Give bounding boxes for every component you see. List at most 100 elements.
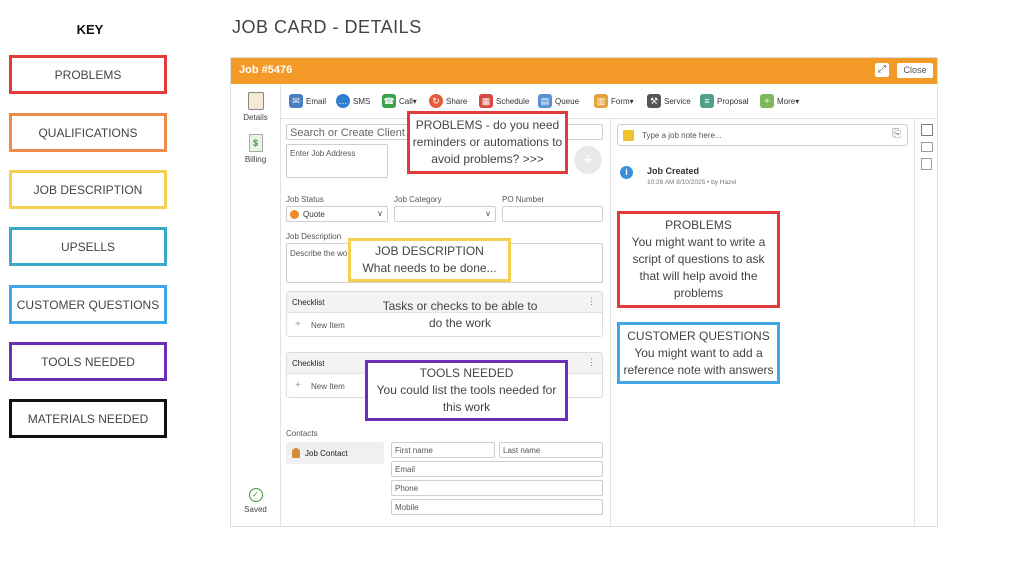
job-note-input[interactable]: Type a job note here... ⎘: [617, 124, 908, 146]
nav-billing-label: Billing: [244, 155, 267, 164]
share-label: Share: [446, 96, 468, 106]
key-qualifications: QUALIFICATIONS: [9, 113, 167, 152]
annotation-customer-questions-line1: CUSTOMER QUESTIONS: [627, 328, 770, 343]
schedule-button[interactable]: ▦ Schedule: [479, 94, 529, 108]
paperclip-icon[interactable]: ⎘: [892, 128, 901, 141]
po-number-input[interactable]: [502, 206, 603, 222]
checklist-title-2: Checklist: [292, 359, 325, 368]
share-button[interactable]: ↻ Share: [429, 94, 467, 108]
job-category-label: Job Category: [394, 195, 442, 204]
side-nav: Details $ Billing ✓ Saved: [231, 84, 281, 526]
key-customer-questions: CUSTOMER QUESTIONS: [9, 285, 167, 324]
queue-button[interactable]: ▤ Queue: [538, 94, 579, 108]
saved-status: ✓ Saved: [231, 488, 280, 514]
form-button[interactable]: ▥ Form▾: [594, 94, 634, 108]
notes-icon[interactable]: [921, 124, 933, 136]
key-materials-needed: MATERIALS NEEDED: [9, 399, 167, 438]
annotation-customer-questions-line2: You might want to add a: [634, 345, 763, 360]
job-status-label: Job Status: [286, 195, 324, 204]
proposal-label: Proposal: [717, 96, 749, 106]
sms-label: SMS: [353, 96, 371, 106]
details-icon: [247, 92, 264, 110]
call-button[interactable]: ☎ Call▾: [382, 94, 417, 108]
sticky-note-icon: [623, 130, 634, 141]
proposal-icon: ≡: [700, 94, 714, 108]
sms-button[interactable]: … SMS: [336, 94, 370, 108]
email-label: Email: [306, 96, 327, 106]
service-label: Service: [664, 96, 691, 106]
expand-icon[interactable]: ⤢: [875, 63, 889, 77]
last-name-placeholder: Last name: [503, 446, 541, 455]
last-name-input[interactable]: Last name: [499, 442, 603, 458]
activity-item: i Job Created 10:26 AM 8/10/2025 • by Ha…: [617, 158, 907, 192]
first-name-placeholder: First name: [395, 446, 433, 455]
annotation-problems-top-line2: reminders or automations to: [412, 135, 563, 149]
more-button[interactable]: + More▾: [760, 94, 799, 108]
annotation-problems-right-line5: problems: [673, 286, 724, 300]
close-button[interactable]: Close: [897, 63, 933, 78]
email-button[interactable]: ✉ Email: [289, 94, 326, 108]
job-address-placeholder: Enter Job Address: [290, 149, 356, 158]
annotation-tools-line2: You could list the tools needed for: [376, 383, 557, 397]
share-icon: ↻: [429, 94, 443, 108]
nav-billing[interactable]: $ Billing: [231, 134, 280, 164]
annotation-problems-right-line3: script of questions to ask: [632, 252, 765, 266]
annotation-problems-right-line4: that will help avoid the: [639, 269, 758, 283]
kebab-menu-icon[interactable]: ⋮: [587, 296, 596, 307]
checklist-title-1: Checklist: [292, 298, 325, 307]
job-contact-label: Job Contact: [305, 449, 348, 458]
nav-details[interactable]: Details: [231, 92, 280, 122]
email-placeholder: Email: [395, 465, 416, 474]
saved-label: Saved: [244, 505, 267, 514]
sms-icon: …: [336, 94, 350, 108]
job-address-input[interactable]: Enter Job Address: [286, 144, 388, 178]
call-label: Call▾: [399, 96, 417, 106]
tools-icon: ⚒: [647, 94, 661, 108]
job-description-placeholder: Describe the wo: [290, 249, 348, 258]
billing-icon: $: [248, 134, 263, 152]
plus-icon: +: [295, 380, 301, 391]
service-button[interactable]: ⚒ Service: [647, 94, 691, 108]
job-note-placeholder: Type a job note here...: [642, 131, 722, 140]
email-input[interactable]: Email: [391, 461, 603, 477]
annotation-tools-line1: TOOLS NEEDED: [419, 366, 514, 380]
email-icon: ✉: [289, 94, 303, 108]
quote-status-icon: [290, 210, 299, 219]
job-description-label: Job Description: [286, 232, 342, 241]
annotation-customer-questions-line3: reference note with answers: [623, 362, 774, 377]
chevron-down-icon: ∨: [485, 209, 491, 218]
annotation-problems-right-line2: You might want to write a: [631, 235, 766, 249]
annotation-customer-questions: CUSTOMER QUESTIONS You might want to add…: [617, 322, 780, 384]
calendar-icon: ▦: [479, 94, 493, 108]
form-icon: ▥: [594, 94, 608, 108]
contact-avatar-icon: [292, 448, 300, 458]
annotation-problems-top-line3: avoid problems? >>>: [431, 152, 544, 166]
chevron-down-icon: ∨: [377, 209, 383, 218]
activity-meta: 10:26 AM 8/10/2025 • by Hazel: [647, 179, 737, 186]
schedule-label: Schedule: [496, 96, 530, 106]
more-icon: +: [760, 94, 774, 108]
kebab-menu-icon[interactable]: ⋮: [587, 357, 596, 368]
queue-label: Queue: [555, 96, 580, 106]
job-contact-item[interactable]: Job Contact: [286, 442, 384, 464]
inbox-icon[interactable]: [921, 142, 933, 152]
mobile-input[interactable]: Mobile: [391, 499, 603, 515]
proposal-button[interactable]: ≡ Proposal: [700, 94, 749, 108]
copy-icon[interactable]: [921, 158, 932, 170]
annotation-job-description-line1: JOB DESCRIPTION: [375, 244, 484, 258]
nav-details-label: Details: [243, 113, 268, 122]
po-number-label: PO Number: [502, 195, 545, 204]
client-search-placeholder: Search or Create Client: [290, 127, 405, 139]
annotation-problems-top: PROBLEMS - do you need reminders or auto…: [407, 111, 568, 174]
title-bar: Job #5476 ⤢ Close: [231, 58, 937, 84]
job-status-select[interactable]: Quote ∨: [286, 206, 388, 222]
phone-input[interactable]: Phone: [391, 480, 603, 496]
job-category-select[interactable]: ∨: [394, 206, 496, 222]
job-number: Job #5476: [239, 64, 293, 76]
first-name-input[interactable]: First name: [391, 442, 495, 458]
checklist-new-item-2[interactable]: New Item: [311, 382, 345, 391]
add-client-button[interactable]: +: [574, 146, 602, 174]
phone-icon: ☎: [382, 94, 396, 108]
more-label: More▾: [777, 96, 800, 106]
checklist-new-item-1[interactable]: New Item: [311, 321, 345, 330]
